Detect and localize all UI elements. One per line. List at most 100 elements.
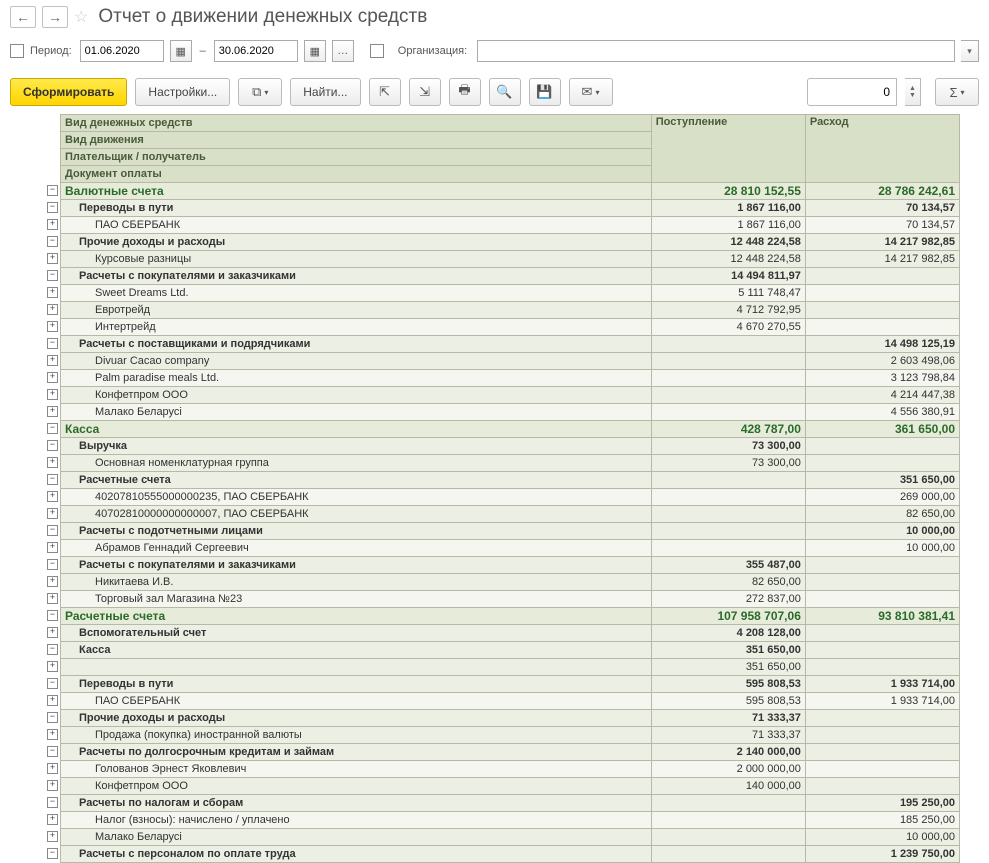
period-checkbox[interactable] <box>10 44 24 58</box>
tree-toggle[interactable]: + <box>47 304 58 315</box>
tree-toggle[interactable]: + <box>47 372 58 383</box>
row-label[interactable]: Расчеты с покупателями и заказчиками <box>61 557 652 574</box>
row-label[interactable]: Никитаева И.В. <box>61 574 652 591</box>
tree-toggle[interactable]: + <box>47 814 58 825</box>
tree-toggle[interactable]: − <box>47 423 58 434</box>
row-label[interactable]: Голованов Эрнест Яковлевич <box>61 761 652 778</box>
tree-toggle[interactable]: − <box>47 712 58 723</box>
forward-button[interactable]: → <box>42 6 68 28</box>
tree-toggle[interactable]: − <box>47 678 58 689</box>
tree-toggle[interactable]: − <box>47 202 58 213</box>
row-label[interactable]: Курсовые разницы <box>61 251 652 268</box>
tree-toggle[interactable]: + <box>47 508 58 519</box>
collapse-button[interactable]: ⇲ <box>409 78 441 106</box>
tree-toggle[interactable]: − <box>47 746 58 757</box>
row-label[interactable]: Вспомогательный счет <box>61 625 652 642</box>
row-label[interactable]: ПАО СБЕРБАНК <box>61 217 652 234</box>
period-from-input[interactable] <box>80 40 164 62</box>
row-label[interactable]: Palm paradise meals Ltd. <box>61 370 652 387</box>
settings-button[interactable]: Настройки... <box>135 78 230 106</box>
tree-toggle[interactable]: + <box>47 287 58 298</box>
row-label[interactable]: Расчеты с покупателями и заказчиками <box>61 268 652 285</box>
tree-toggle[interactable]: + <box>47 661 58 672</box>
row-label[interactable]: Выручка <box>61 438 652 455</box>
back-button[interactable]: ← <box>10 6 36 28</box>
tree-toggle[interactable]: − <box>47 797 58 808</box>
row-label[interactable]: Расчеты с персоналом по оплате труда <box>61 846 652 863</box>
tree-toggle[interactable]: + <box>47 780 58 791</box>
row-label[interactable]: Прочие доходы и расходы <box>61 234 652 251</box>
row-label[interactable]: Divuar Cacao company <box>61 353 652 370</box>
tree-toggle[interactable]: − <box>47 610 58 621</box>
org-checkbox[interactable] <box>370 44 384 58</box>
tree-toggle[interactable]: − <box>47 236 58 247</box>
tree-toggle[interactable]: + <box>47 695 58 706</box>
row-label[interactable]: Расчеты по долгосрочным кредитам и займа… <box>61 744 652 761</box>
row-label[interactable]: Малако Беларусі <box>61 404 652 421</box>
row-label[interactable]: Интертрейд <box>61 319 652 336</box>
tree-toggle[interactable]: + <box>47 542 58 553</box>
tree-toggle[interactable]: − <box>47 185 58 196</box>
row-label[interactable]: Налог (взносы): начислено / уплачено <box>61 812 652 829</box>
row-label[interactable]: Конфетпром ООО <box>61 387 652 404</box>
page-number-input[interactable] <box>807 78 897 106</box>
row-label[interactable]: Абрамов Геннадий Сергеевич <box>61 540 652 557</box>
tree-toggle[interactable]: + <box>47 763 58 774</box>
run-button[interactable]: Сформировать <box>10 78 127 106</box>
find-button[interactable]: Найти... <box>290 78 360 106</box>
tree-toggle[interactable]: + <box>47 406 58 417</box>
row-label[interactable]: Прочие доходы и расходы <box>61 710 652 727</box>
row-label[interactable]: Расчетные счета <box>61 608 652 625</box>
row-label[interactable] <box>61 659 652 676</box>
tree-toggle[interactable]: − <box>47 525 58 536</box>
tree-toggle[interactable]: − <box>47 440 58 451</box>
row-label[interactable]: ПАО СБЕРБАНК <box>61 693 652 710</box>
tree-toggle[interactable]: − <box>47 270 58 281</box>
copy-variant-button[interactable]: ⧉▾ <box>238 78 282 106</box>
tree-toggle[interactable]: − <box>47 644 58 655</box>
period-to-input[interactable] <box>214 40 298 62</box>
row-label[interactable]: Конфетпром ООО <box>61 778 652 795</box>
tree-toggle[interactable]: + <box>47 627 58 638</box>
row-label[interactable]: Основная номенклатурная группа <box>61 455 652 472</box>
period-picker-button[interactable]: … <box>332 40 354 62</box>
tree-toggle[interactable]: − <box>47 474 58 485</box>
row-label[interactable]: Sweet Dreams Ltd. <box>61 285 652 302</box>
row-label[interactable]: Расчетные счета <box>61 472 652 489</box>
row-label[interactable]: Торговый зал Магазина №23 <box>61 591 652 608</box>
tree-toggle[interactable]: + <box>47 219 58 230</box>
row-label[interactable]: Переводы в пути <box>61 676 652 693</box>
preview-button[interactable]: 🔍 <box>489 78 521 106</box>
tree-toggle[interactable]: + <box>47 491 58 502</box>
row-label[interactable]: Касса <box>61 642 652 659</box>
row-label[interactable]: Продажа (покупка) иностранной валюты <box>61 727 652 744</box>
save-button[interactable]: 💾 <box>529 78 561 106</box>
tree-toggle[interactable]: + <box>47 355 58 366</box>
tree-toggle[interactable]: − <box>47 559 58 570</box>
tree-toggle[interactable]: + <box>47 729 58 740</box>
org-dropdown-button[interactable]: ▾ <box>961 40 979 62</box>
sum-button[interactable]: Σ▾ <box>935 78 979 106</box>
tree-toggle[interactable]: + <box>47 576 58 587</box>
org-select[interactable] <box>477 40 955 62</box>
calendar-from-button[interactable]: ▦ <box>170 40 192 62</box>
row-label[interactable]: 40702810000000000007, ПАО СБЕРБАНК <box>61 506 652 523</box>
row-label[interactable]: Евротрейд <box>61 302 652 319</box>
tree-toggle[interactable]: + <box>47 593 58 604</box>
expand-button[interactable]: ⇱ <box>369 78 401 106</box>
tree-toggle[interactable]: − <box>47 338 58 349</box>
row-label[interactable]: Валютные счета <box>61 183 652 200</box>
row-label[interactable]: Расчеты с подотчетными лицами <box>61 523 652 540</box>
row-label[interactable]: Переводы в пути <box>61 200 652 217</box>
row-label[interactable]: Малако Беларусі <box>61 829 652 846</box>
print-button[interactable]: 🖶 <box>449 78 481 106</box>
tree-toggle[interactable]: + <box>47 457 58 468</box>
mail-button[interactable]: ✉▾ <box>569 78 613 106</box>
row-label[interactable]: Касса <box>61 421 652 438</box>
row-label[interactable]: Расчеты по налогам и сборам <box>61 795 652 812</box>
page-spinner[interactable]: ▲▼ <box>905 78 921 106</box>
tree-toggle[interactable]: + <box>47 321 58 332</box>
tree-toggle[interactable]: + <box>47 389 58 400</box>
tree-toggle[interactable]: + <box>47 253 58 264</box>
tree-toggle[interactable]: + <box>47 831 58 842</box>
